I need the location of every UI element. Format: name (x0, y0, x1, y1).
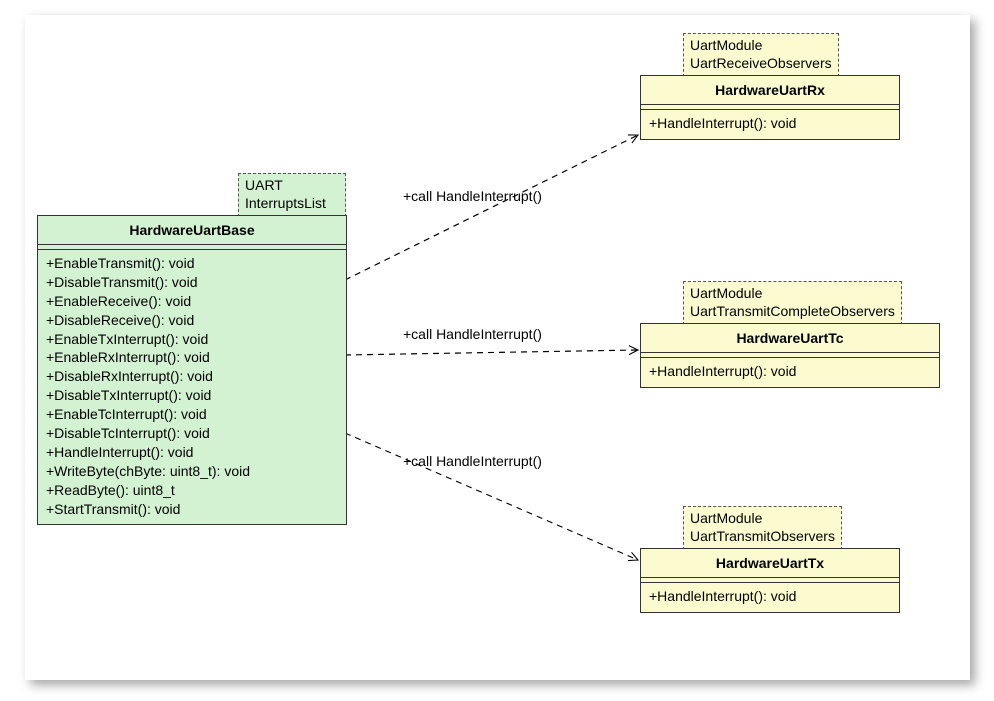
class-methods-list: +HandleInterrupt(): void (641, 358, 939, 387)
template-tab-tx: UartModule UartTransmitObservers (683, 506, 842, 550)
method-entry: +StartTransmit(): void (46, 500, 340, 519)
method-entry: +HandleInterrupt(): void (46, 443, 340, 462)
template-tab-rx: UartModule UartReceiveObservers (683, 33, 839, 77)
class-hardware-uart-tx: HardwareUartTx +HandleInterrupt(): void (640, 548, 900, 613)
method-entry: +EnableRxInterrupt(): void (46, 348, 340, 367)
method-entry: +WriteByte(chByte: uint8_t): void (46, 462, 340, 481)
method-entry: +EnableTransmit(): void (46, 254, 340, 273)
method-entry: +EnableReceive(): void (46, 292, 340, 311)
method-entry: +EnableTxInterrupt(): void (46, 330, 340, 349)
assoc-label-tc: +call HandleInterrupt() (403, 326, 542, 342)
method-entry: +DisableTxInterrupt(): void (46, 386, 340, 405)
diagram-frame: UART InterruptsList HardwareUartBase +En… (25, 15, 970, 680)
assoc-label-tx: +call HandleInterrupt() (403, 453, 542, 469)
method-entry: +HandleInterrupt(): void (649, 362, 933, 381)
assoc-label-rx: +call HandleInterrupt() (403, 188, 542, 204)
class-methods-list: +HandleInterrupt(): void (641, 110, 899, 139)
class-methods-list: +EnableTransmit(): void+DisableTransmit(… (38, 250, 346, 524)
method-entry: +EnableTcInterrupt(): void (46, 405, 340, 424)
method-entry: +DisableReceive(): void (46, 311, 340, 330)
method-entry: +HandleInterrupt(): void (649, 587, 893, 606)
method-entry: +HandleInterrupt(): void (649, 114, 893, 133)
class-methods-list: +HandleInterrupt(): void (641, 583, 899, 612)
class-header: HardwareUartTx (641, 549, 899, 578)
class-header: HardwareUartTc (641, 324, 939, 353)
class-header: HardwareUartBase (38, 216, 346, 245)
template-tab-tc: UartModule UartTransmitCompleteObservers (683, 281, 902, 325)
diagram-canvas: UART InterruptsList HardwareUartBase +En… (0, 0, 994, 701)
class-hardware-uart-tc: HardwareUartTc +HandleInterrupt(): void (640, 323, 940, 388)
template-tab-base: UART InterruptsList (238, 173, 346, 217)
method-entry: +ReadByte(): uint8_t (46, 481, 340, 500)
class-header: HardwareUartRx (641, 76, 899, 105)
method-entry: +DisableRxInterrupt(): void (46, 367, 340, 386)
method-entry: +DisableTransmit(): void (46, 273, 340, 292)
class-hardware-uart-base: HardwareUartBase +EnableTransmit(): void… (37, 215, 347, 525)
method-entry: +DisableTcInterrupt(): void (46, 424, 340, 443)
class-hardware-uart-rx: HardwareUartRx +HandleInterrupt(): void (640, 75, 900, 140)
